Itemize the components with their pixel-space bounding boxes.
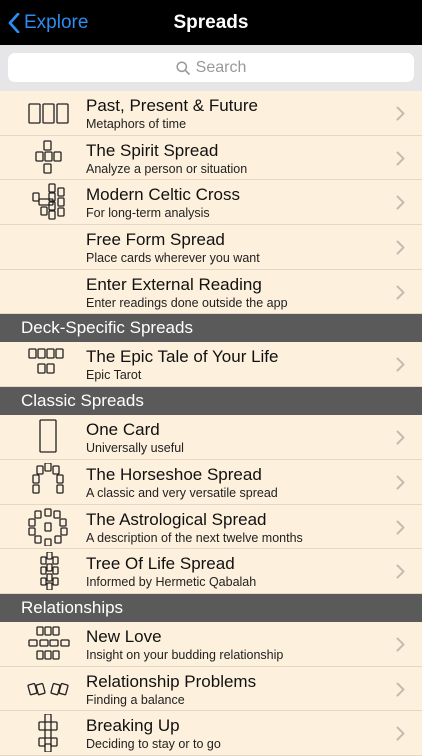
celtic-cross-icon [32, 183, 65, 221]
astrological-icon [28, 507, 68, 546]
spread-row[interactable]: Tree Of Life Spread Informed by Hermetic … [0, 549, 422, 594]
spreads-list: Past, Present & Future Metaphors of time T… [0, 91, 422, 756]
section-header: Relationships [0, 593, 422, 622]
search-placeholder: Search [195, 58, 247, 76]
chevron-right-icon [396, 726, 405, 741]
navigation-bar: Explore Spreads [0, 0, 422, 45]
spread-subtitle: Metaphors of time [86, 117, 187, 131]
spread-subtitle: Epic Tarot [86, 368, 142, 383]
spread-row[interactable]: The Astrological Spread A description of … [0, 505, 422, 550]
chevron-right-icon [396, 520, 405, 534]
epic-tale-icon [28, 348, 64, 375]
spread-title: The Astrological Spread [86, 509, 267, 529]
spread-row[interactable]: One Card Universally useful [0, 415, 422, 460]
spread-title: Breaking Up [86, 716, 180, 736]
spread-subtitle: For long-term analysis [86, 206, 210, 221]
section-header: Classic Spreads [0, 387, 422, 416]
search-bar-container: Search [0, 45, 422, 91]
tree-of-life-icon [40, 552, 59, 591]
chevron-right-icon [396, 475, 405, 490]
spread-row[interactable]: Enter External Reading Enter readings don… [0, 270, 422, 315]
spread-title: Enter External Reading [86, 274, 262, 294]
section-header: Deck-Specific Spreads [0, 314, 422, 343]
spread-title: Tree Of Life Spread [86, 554, 235, 574]
relationship-problems-icon [27, 682, 69, 695]
chevron-right-icon [396, 195, 405, 210]
spread-title: The Horseshoe Spread [86, 464, 262, 484]
spread-subtitle: Insight on your budding relationship [86, 647, 284, 662]
chevron-right-icon [396, 151, 405, 166]
chevron-right-icon [396, 430, 405, 445]
spread-title: Past, Present & Future [86, 96, 258, 115]
search-icon [176, 60, 190, 75]
one-card-icon [39, 419, 57, 453]
spread-row[interactable]: New Love Insight on your budding relation… [0, 622, 422, 667]
spread-title: New Love [86, 626, 162, 646]
spread-title: One Card [86, 420, 160, 440]
spread-subtitle: Analyze a person or situation [86, 161, 248, 176]
spread-row[interactable]: Past, Present & Future Metaphors of time [0, 91, 422, 136]
spread-subtitle: A classic and very versatile spread [86, 485, 278, 500]
spread-row[interactable]: Relationship Problems Finding a balance [0, 667, 422, 712]
chevron-right-icon [396, 357, 405, 372]
spread-title: Free Form Spread [86, 230, 225, 250]
spread-subtitle: Informed by Hermetic Qabalah [86, 575, 257, 590]
chevron-right-icon [396, 564, 405, 579]
breaking-up-icon [38, 714, 58, 753]
spread-title: Relationship Problems [86, 671, 257, 691]
spread-row[interactable]: Modern Celtic Cross For long-term analysi… [0, 180, 422, 226]
chevron-right-icon [396, 240, 405, 255]
spread-title: The Epic Tale of Your Life [86, 347, 279, 367]
spread-subtitle: Finding a balance [86, 692, 185, 707]
search-input[interactable]: Search [8, 53, 414, 82]
spread-subtitle: Deciding to stay or to go [86, 737, 221, 752]
chevron-right-icon [396, 637, 405, 652]
horseshoe-icon [32, 462, 64, 494]
chevron-right-icon [396, 106, 405, 121]
spread-row[interactable]: The Horseshoe Spread A classic and very v… [0, 460, 422, 505]
spread-title: Modern Celtic Cross [86, 185, 240, 205]
spread-subtitle: Universally useful [86, 441, 184, 456]
chevron-right-icon [396, 285, 405, 300]
spread-row[interactable]: Breaking Up Deciding to stay or to go [0, 711, 422, 756]
spread-row[interactable]: Free Form Spread Place cards wherever you… [0, 225, 422, 270]
spread-subtitle: Enter readings done outside the app [86, 295, 288, 310]
page-title: Spreads [173, 12, 249, 33]
spread-title: The Spirit Spread [86, 140, 219, 160]
spread-row[interactable]: The Epic Tale of Your Life Epic Tarot [0, 342, 422, 388]
spirit-spread-icon [35, 140, 62, 174]
three-cards-icon [28, 103, 69, 124]
spread-subtitle: A description of the next twelve months [86, 530, 303, 545]
spread-row[interactable]: The Spirit Spread Analyze a person or sit… [0, 136, 422, 181]
spread-subtitle: Place cards wherever you want [86, 251, 260, 266]
chevron-right-icon [396, 682, 405, 697]
new-love-icon [28, 626, 70, 660]
